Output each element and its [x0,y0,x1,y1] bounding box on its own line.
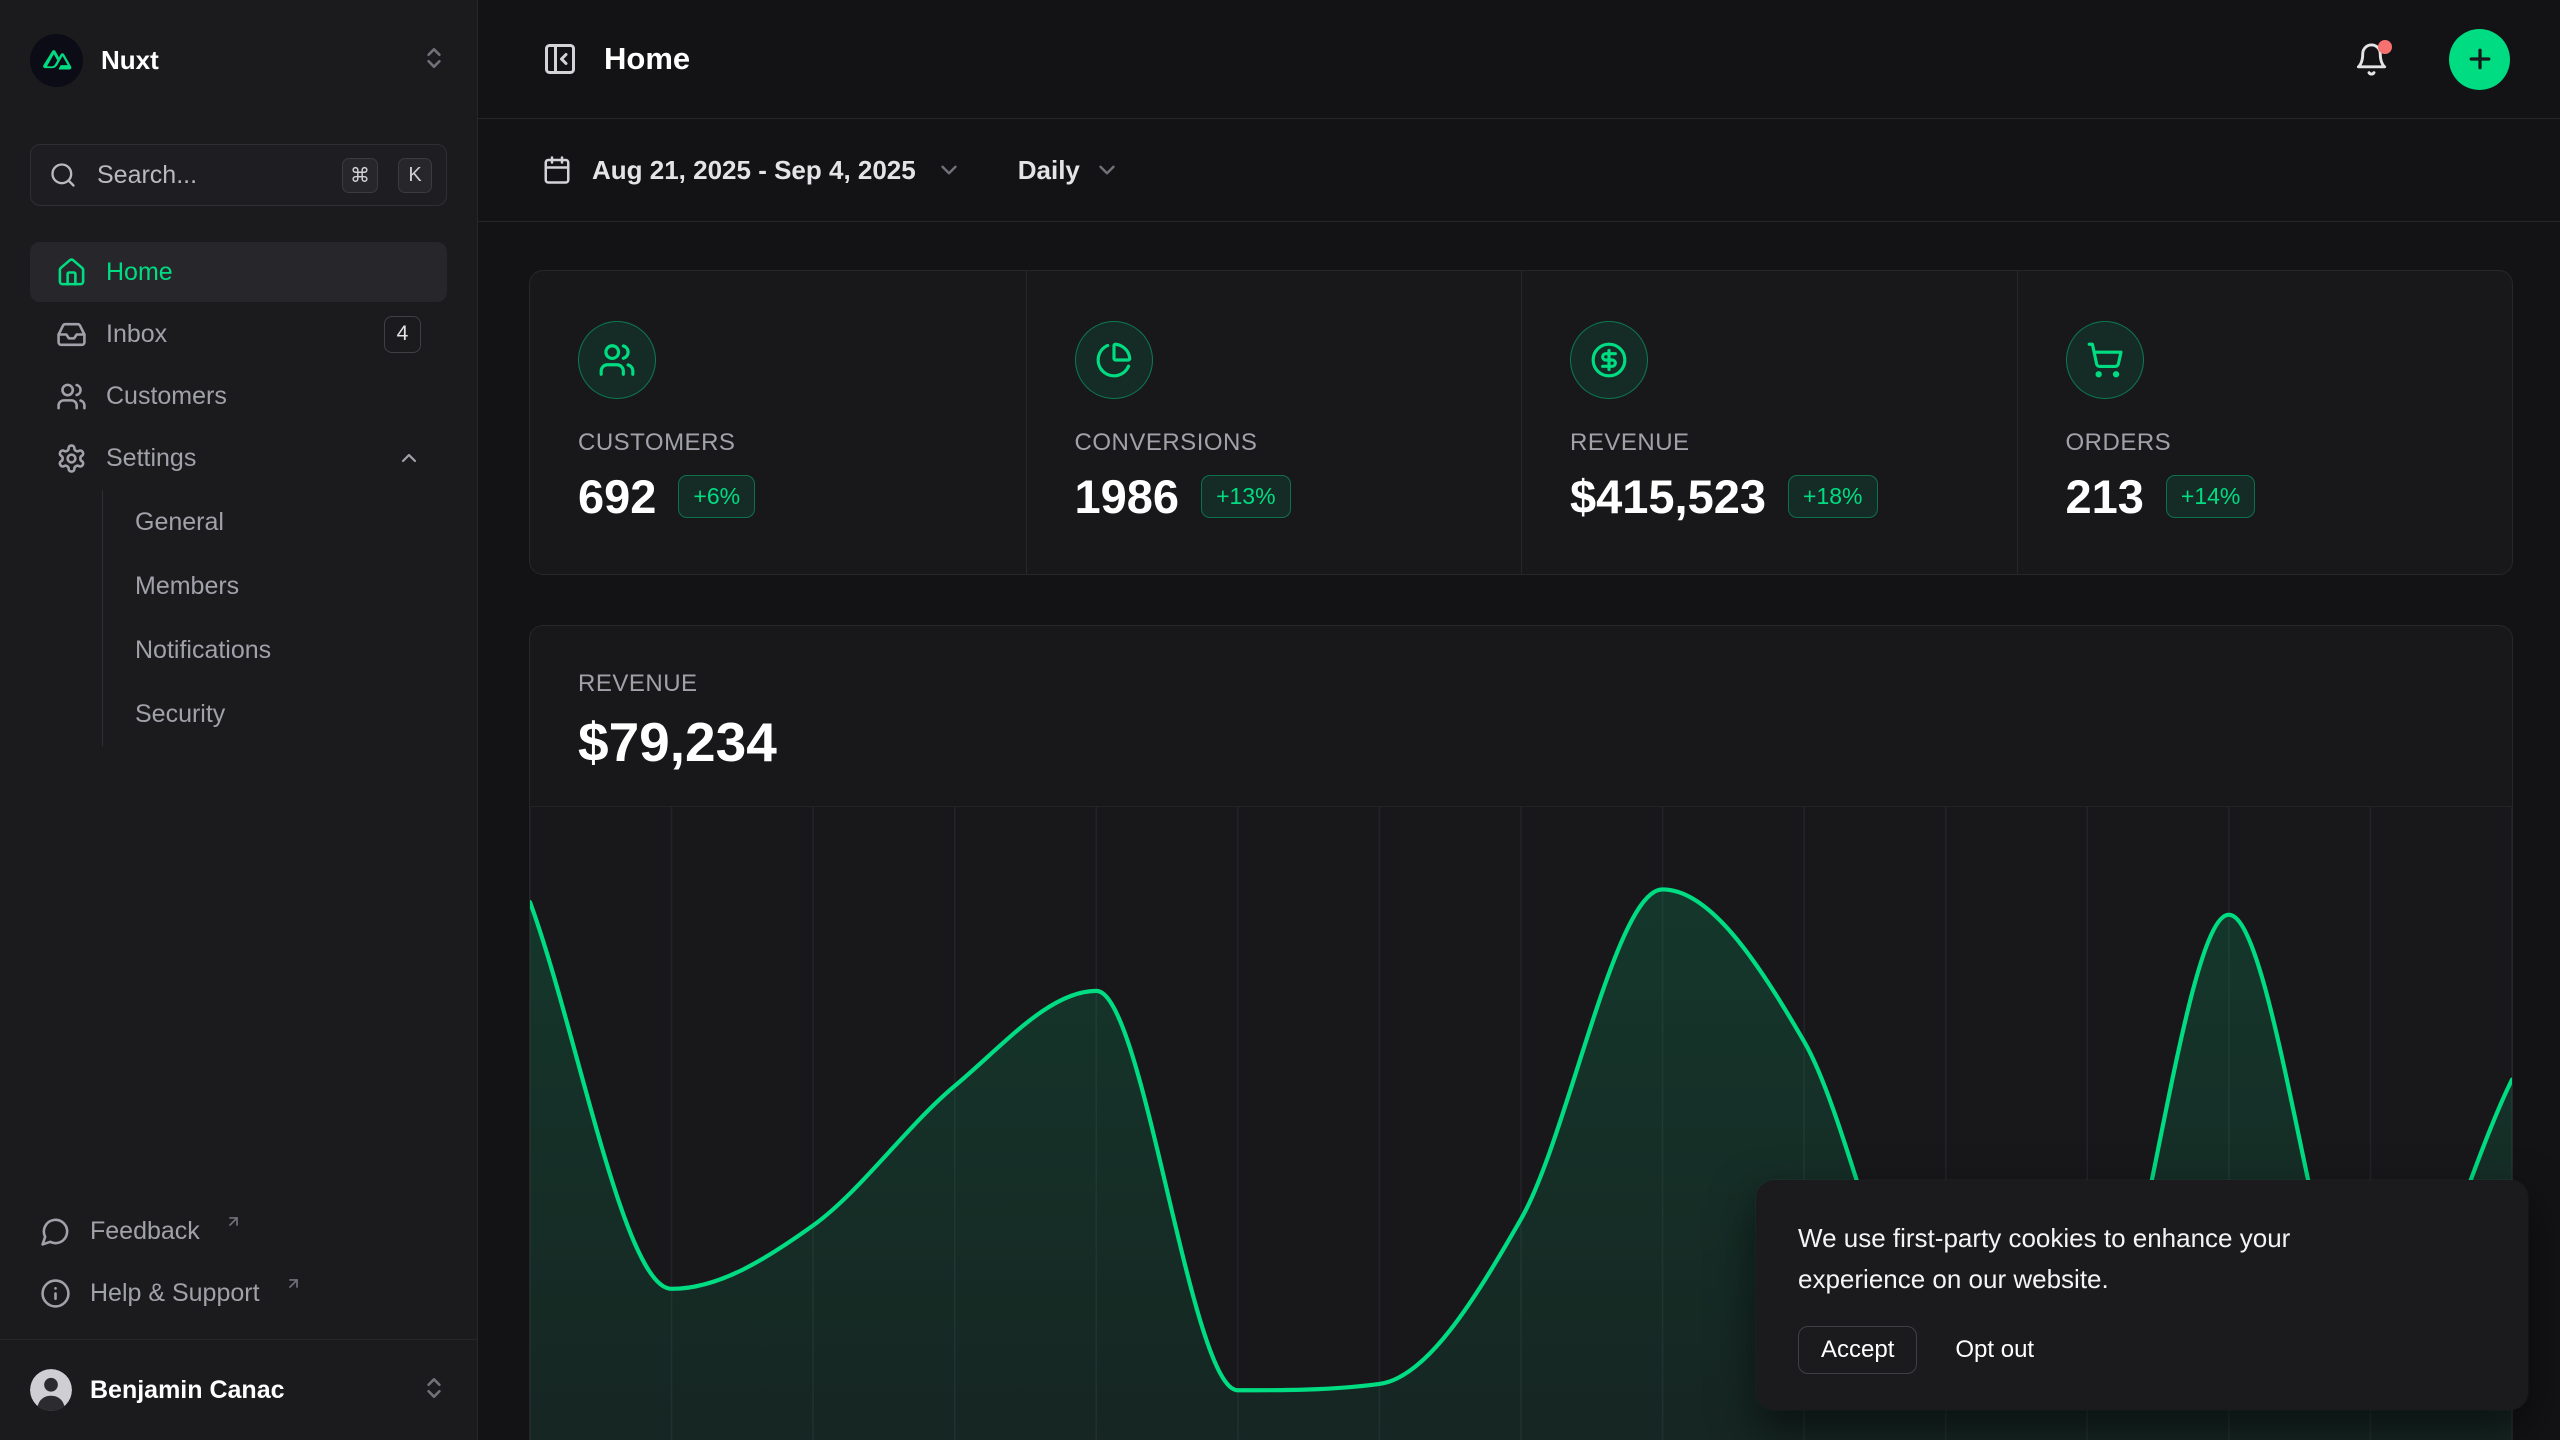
search-icon [49,161,77,189]
stat-card-orders[interactable]: ORDERS 213 +14% [2017,271,2513,574]
sub-item-label: Notifications [135,636,271,665]
house-icon [56,257,87,288]
sidebar-item-general[interactable]: General [103,490,447,554]
plus-icon [2465,44,2495,74]
sidebar-item-notifications[interactable]: Notifications [103,618,447,682]
avatar [30,1369,72,1411]
date-range-value: Aug 21, 2025 - Sep 4, 2025 [592,155,916,186]
stat-delta-badge: +13% [1201,475,1290,518]
filters-toolbar: Aug 21, 2025 - Sep 4, 2025 Daily [478,119,2560,222]
main-area: Home Aug 21, 2025 - Sep 4, 2025 Daily [478,0,2560,1440]
stat-value: $415,523 [1570,469,1766,524]
page-title: Home [604,41,2328,77]
nuxt-logo-icon [30,34,83,87]
user-menu[interactable]: Benjamin Canac [0,1339,477,1440]
stat-delta-badge: +6% [678,475,755,518]
sidebar-item-label: Feedback [90,1217,200,1246]
stats-cards: CUSTOMERS 692 +6% CONVERSIONS 1986 +13% [529,270,2513,575]
sidebar-item-help-support[interactable]: Help & Support [30,1263,447,1323]
sidebar-item-label: Settings [106,444,378,473]
chart-label: REVENUE [578,670,2464,698]
sub-item-label: Members [135,572,239,601]
user-name: Benjamin Canac [90,1376,403,1405]
sidebar-item-label: Customers [106,382,421,411]
granularity-select[interactable]: Daily [1018,155,1120,186]
sidebar-item-label: Help & Support [90,1279,260,1308]
info-circle-icon [40,1278,71,1309]
accept-button[interactable]: Accept [1798,1326,1917,1374]
stat-card-revenue[interactable]: REVENUE $415,523 +18% [1521,271,2017,574]
sidebar-footer-nav: Feedback Help & Support [0,1201,477,1339]
shopping-cart-icon [2066,321,2144,399]
add-button[interactable] [2449,29,2510,90]
gear-icon [56,443,87,474]
cookie-message: We use first-party cookies to enhance yo… [1798,1218,2418,1300]
stat-label: CONVERSIONS [1075,429,1522,457]
notification-dot [2378,40,2392,54]
stat-delta-badge: +18% [1788,475,1877,518]
search-input[interactable]: Search... ⌘ K [30,144,447,206]
stat-label: CUSTOMERS [578,429,1026,457]
sidebar-item-inbox[interactable]: Inbox 4 [30,304,447,364]
chevron-down-icon [936,157,962,183]
sidebar-item-label: Inbox [106,320,365,349]
sidebar-item-members[interactable]: Members [103,554,447,618]
page-header: Home [478,0,2560,119]
chevron-up-icon [397,446,421,470]
external-link-icon [285,1275,302,1297]
inbox-count-badge: 4 [384,316,421,353]
collapse-sidebar-icon[interactable] [542,41,578,77]
notifications-button[interactable] [2354,42,2389,77]
sub-item-label: General [135,508,224,537]
users-icon [56,381,87,412]
date-range-picker[interactable]: Aug 21, 2025 - Sep 4, 2025 [542,155,962,186]
sub-item-label: Security [135,700,225,729]
message-circle-icon [40,1216,71,1247]
circle-dollar-icon [1570,321,1648,399]
stat-card-customers[interactable]: CUSTOMERS 692 +6% [530,271,1026,574]
kbd-k: K [398,158,432,193]
sidebar-item-security[interactable]: Security [103,682,447,746]
chevrons-up-down-icon [421,1375,447,1406]
granularity-value: Daily [1018,155,1080,186]
search-placeholder: Search... [97,161,322,190]
stat-value: 213 [2066,469,2144,524]
sidebar-nav: Home Inbox 4 Customers Settings General [0,242,477,746]
cookie-banner: We use first-party cookies to enhance yo… [1756,1180,2528,1410]
sidebar-item-label: Home [106,258,421,287]
opt-out-button[interactable]: Opt out [1955,1327,2034,1373]
stat-delta-badge: +14% [2166,475,2255,518]
stat-label: ORDERS [2066,429,2513,457]
chart-total-value: $79,234 [578,710,2464,774]
chart-pie-icon [1075,321,1153,399]
sidebar: Nuxt Search... ⌘ K Home Inbox 4 [0,0,478,1440]
sidebar-spacer [0,746,477,1201]
calendar-icon [542,155,572,185]
chevrons-up-down-icon [421,45,447,76]
kbd-meta: ⌘ [342,158,378,193]
stat-label: REVENUE [1570,429,2017,457]
inbox-icon [56,319,87,350]
stat-card-conversions[interactable]: CONVERSIONS 1986 +13% [1026,271,1522,574]
workspace-name: Nuxt [101,45,403,76]
stat-value: 692 [578,469,656,524]
settings-submenu: General Members Notifications Security [102,490,447,746]
chevron-down-icon [1094,157,1120,183]
sidebar-item-customers[interactable]: Customers [30,366,447,426]
users-icon [578,321,656,399]
sidebar-item-home[interactable]: Home [30,242,447,302]
sidebar-item-feedback[interactable]: Feedback [30,1201,447,1261]
external-link-icon [225,1213,242,1235]
workspace-switcher[interactable]: Nuxt [0,28,477,92]
sidebar-item-settings[interactable]: Settings [30,428,447,488]
stat-value: 1986 [1075,469,1180,524]
app-root: Nuxt Search... ⌘ K Home Inbox 4 [0,0,2560,1440]
